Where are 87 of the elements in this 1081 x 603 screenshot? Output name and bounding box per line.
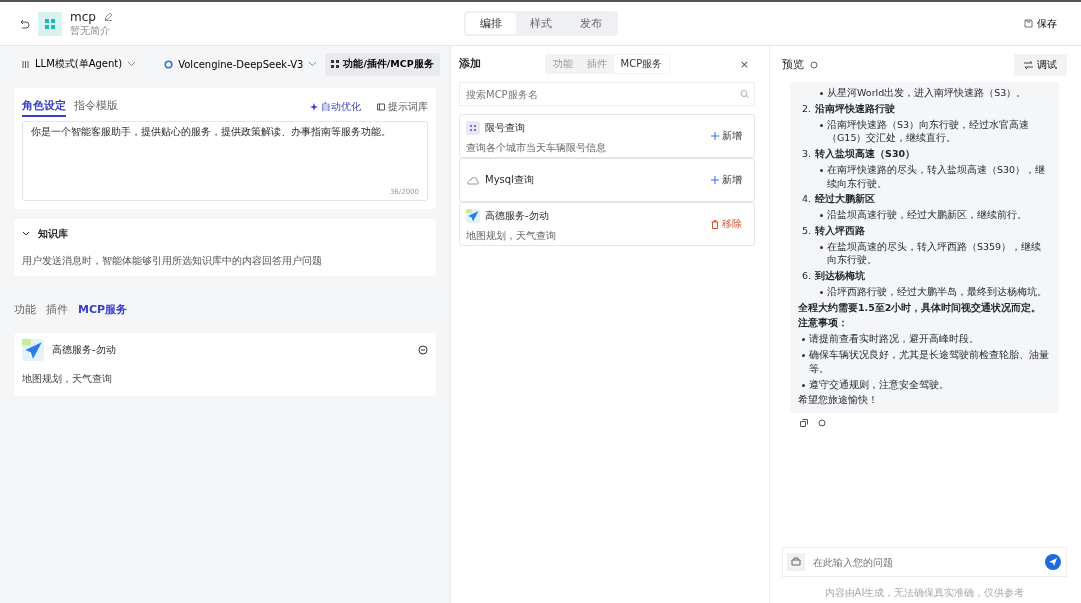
remove-button[interactable]: 移除 [705, 216, 748, 232]
message-line: 2. 沿南坪快速路行驶 [801, 101, 897, 116]
message-line: 注意事项： [798, 316, 849, 331]
panel-title: 添加 [459, 57, 481, 71]
message-line: 沿坪西路行驶，经过大鹏半岛，最终到达杨梅坑。 [798, 284, 1051, 299]
message-line: 希望您旅途愉快！ [798, 393, 879, 408]
top-tab[interactable]: 样式 [515, 13, 566, 34]
plus-icon [711, 176, 719, 184]
trash-icon [711, 219, 719, 229]
plus-icon [711, 132, 719, 140]
top-tab[interactable]: 发布 [565, 13, 616, 34]
panel-tab[interactable]: MCP服务 [613, 55, 670, 73]
optimize-button[interactable]: 自动优化 [310, 99, 361, 114]
message-line: 6. 到达杨梅坑 [801, 269, 867, 283]
message-line: 在南坪快速路的尽头，转入盐坝高速（S30），继续向东行驶。 [798, 162, 1051, 191]
swap-icon [1024, 61, 1033, 69]
book-icon [377, 102, 385, 111]
message-line: 在盐坝高速的尽头，转入坪西路（S359），继续向东行驶。 [798, 239, 1051, 268]
message-line: 5. 转入坪西路 [801, 223, 867, 238]
chevron-down-icon [127, 61, 137, 67]
model-logo-icon [164, 59, 174, 69]
grid-icon [331, 60, 340, 68]
message-line: 3. 转入盐坝高速（S30） [801, 147, 917, 161]
message-line: 全程大约需要1.5至2小时，具体时间视交通状况而定。 [798, 300, 1043, 315]
bullet-icon [820, 123, 823, 127]
chevron-icon[interactable] [22, 231, 30, 237]
paper-plane-icon [22, 339, 44, 361]
add-button[interactable]: 新增 [705, 172, 748, 188]
close-button[interactable]: × [733, 56, 755, 72]
service-name: 高德服务-勿动 [52, 343, 116, 357]
message-line: 确保车辆状况良好，尤其是长途驾驶前检查轮胎、油量等。 [798, 348, 1051, 376]
copy-icon[interactable] [800, 419, 808, 428]
top-tab[interactable]: 编排 [465, 13, 516, 34]
service-tab[interactable]: MCP服务 [78, 300, 128, 319]
edit-icon[interactable] [103, 12, 113, 21]
grid-icon [466, 121, 480, 135]
bullet-icon [820, 245, 823, 249]
knowledge-description: 用户发送消息时，智能体能够引用所选知识库中的内容回答用户问题 [22, 255, 322, 266]
save-icon [1024, 19, 1033, 28]
add-button[interactable]: 新增 [705, 128, 748, 144]
message-line: 4. 经过大鹏新区 [801, 192, 877, 207]
app-name: mcp [70, 9, 96, 24]
service-tab[interactable]: 功能 [14, 300, 36, 319]
send-icon[interactable] [1045, 554, 1061, 570]
prompt-tab[interactable]: 指令模版 [74, 96, 118, 117]
debug-button[interactable]: 调试 [1014, 54, 1067, 76]
bars-icon [22, 60, 30, 68]
service-description: 查询各个城市当天车辆限号信息 [466, 141, 606, 155]
service-name: 高德服务-勿动 [485, 209, 549, 223]
remove-icon[interactable] [418, 345, 428, 355]
bullet-icon [802, 338, 805, 342]
service-name: 限号查询 [485, 121, 525, 135]
message-line: 沿盐坝高速行驶，经过大鹏新区，继续前行。 [798, 208, 1051, 222]
message-line: 从星河World出发，进入南坪快速路（S3）。 [798, 86, 1051, 100]
bullet-icon [820, 168, 823, 172]
chevron-down-icon [308, 61, 318, 67]
service-name: Mysql查询 [485, 173, 534, 187]
mode-dropdown[interactable]: LLM模式(单Agent) [22, 57, 137, 71]
preview-title: 预览 [782, 58, 804, 72]
service-tab[interactable]: 插件 [46, 300, 68, 319]
bullet-icon [820, 92, 823, 95]
briefcase-icon[interactable] [787, 553, 805, 571]
bullet-icon [820, 214, 823, 218]
message-line: 请提前查看实时路况，避开高峰时段。 [798, 332, 1051, 346]
model-dropdown[interactable]: Volcengine-DeepSeek-V3 [164, 58, 318, 70]
service-description: 地图规划，天气查询 [22, 373, 112, 384]
save-button[interactable]: 保存 [1018, 15, 1063, 32]
chat-input[interactable]: 在此输入您的问题 [782, 547, 1067, 577]
knowledge-title: 知识库 [38, 227, 68, 241]
message-line: 遵守交通规则，注意安全驾驶。 [798, 377, 1051, 392]
prompt-library-button[interactable]: 提示词库 [377, 99, 428, 114]
message-line: 沿南坪快速路（S3）向东行驶，经过水官高速（G15）交汇处，继续直行。 [798, 117, 1051, 146]
cloud-icon [466, 174, 480, 186]
paper-plane-icon [466, 209, 480, 223]
bullet-icon [802, 383, 805, 387]
search-icon [740, 89, 749, 99]
bullet-icon [802, 354, 805, 357]
app-description: 暂无简介 [70, 24, 111, 38]
app-logo-icon [38, 11, 62, 36]
service-description: 地图规划，天气查询 [466, 229, 556, 243]
features-button[interactable]: 功能/插件/MCP服务 [325, 52, 440, 76]
disclaimer-text: 内容由AI生成，无法确保真实准确，仅供参考 [824, 587, 1025, 598]
back-icon[interactable] [18, 17, 30, 30]
prompt-tab[interactable]: 角色设定 [22, 96, 66, 117]
bullet-icon [820, 290, 823, 294]
search-field[interactable]: 搜索MCP服务名 [459, 82, 755, 106]
sparkle-icon [310, 102, 318, 111]
